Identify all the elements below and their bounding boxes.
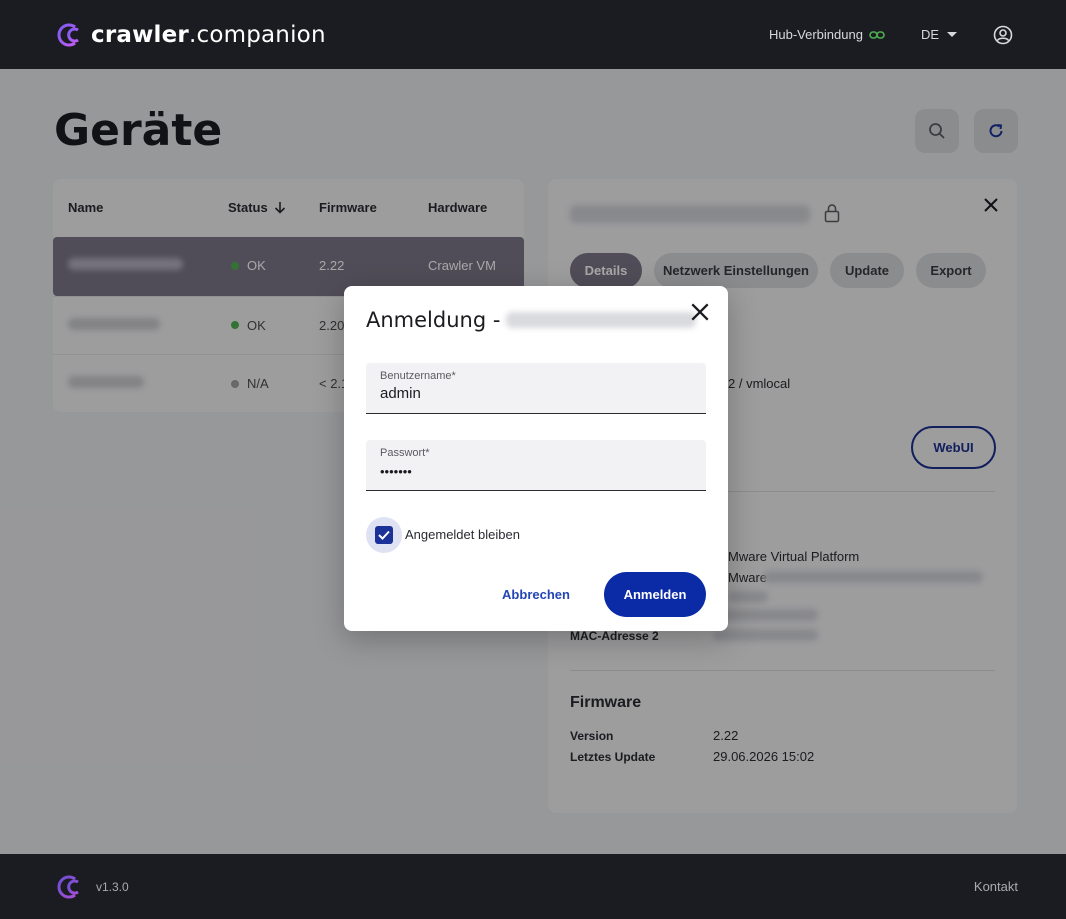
login-button[interactable]: Anmelden (604, 572, 706, 617)
password-input[interactable]: ••••••• (380, 464, 412, 479)
logo-icon (57, 875, 79, 898)
contact-link[interactable]: Kontakt (974, 879, 1018, 894)
login-dialog: Anmeldung - Benutzername* Passwort* ••••… (344, 286, 728, 631)
cancel-button[interactable]: Abbrechen (496, 580, 576, 608)
username-label: Benutzername* (380, 370, 456, 382)
app-footer: v1.3.0 Kontakt (0, 854, 1066, 919)
link-icon (869, 30, 885, 39)
close-icon[interactable] (691, 303, 709, 321)
language-value: DE (920, 27, 939, 42)
dialog-title: Anmeldung - (366, 308, 697, 332)
dialog-title-text: Anmeldung - (366, 308, 501, 332)
remember-checkbox[interactable] (366, 517, 402, 553)
username-input[interactable] (380, 385, 690, 402)
checkmark-icon (378, 530, 390, 540)
logo-text: crawler.companion (91, 21, 326, 48)
password-label: Passwort* (380, 447, 430, 459)
account-icon[interactable] (993, 25, 1013, 45)
password-field[interactable]: Passwort* ••••••• (366, 440, 706, 491)
checkbox-checked (375, 526, 393, 544)
app-version: v1.3.0 (96, 879, 129, 894)
hub-connection[interactable]: Hub-Verbindung (769, 27, 885, 42)
chevron-down-icon (947, 32, 957, 37)
remember-label[interactable]: Angemeldet bleiben (405, 527, 520, 542)
hub-connection-label: Hub-Verbindung (768, 27, 863, 42)
logo-icon (57, 23, 79, 46)
app-header: crawler.companion Hub-Verbindung DE (0, 0, 1066, 69)
app-logo[interactable]: crawler.companion (53, 21, 326, 49)
dialog-device-name-redacted (506, 312, 697, 328)
language-select[interactable]: DE (921, 27, 957, 42)
username-field[interactable]: Benutzername* (366, 363, 706, 414)
